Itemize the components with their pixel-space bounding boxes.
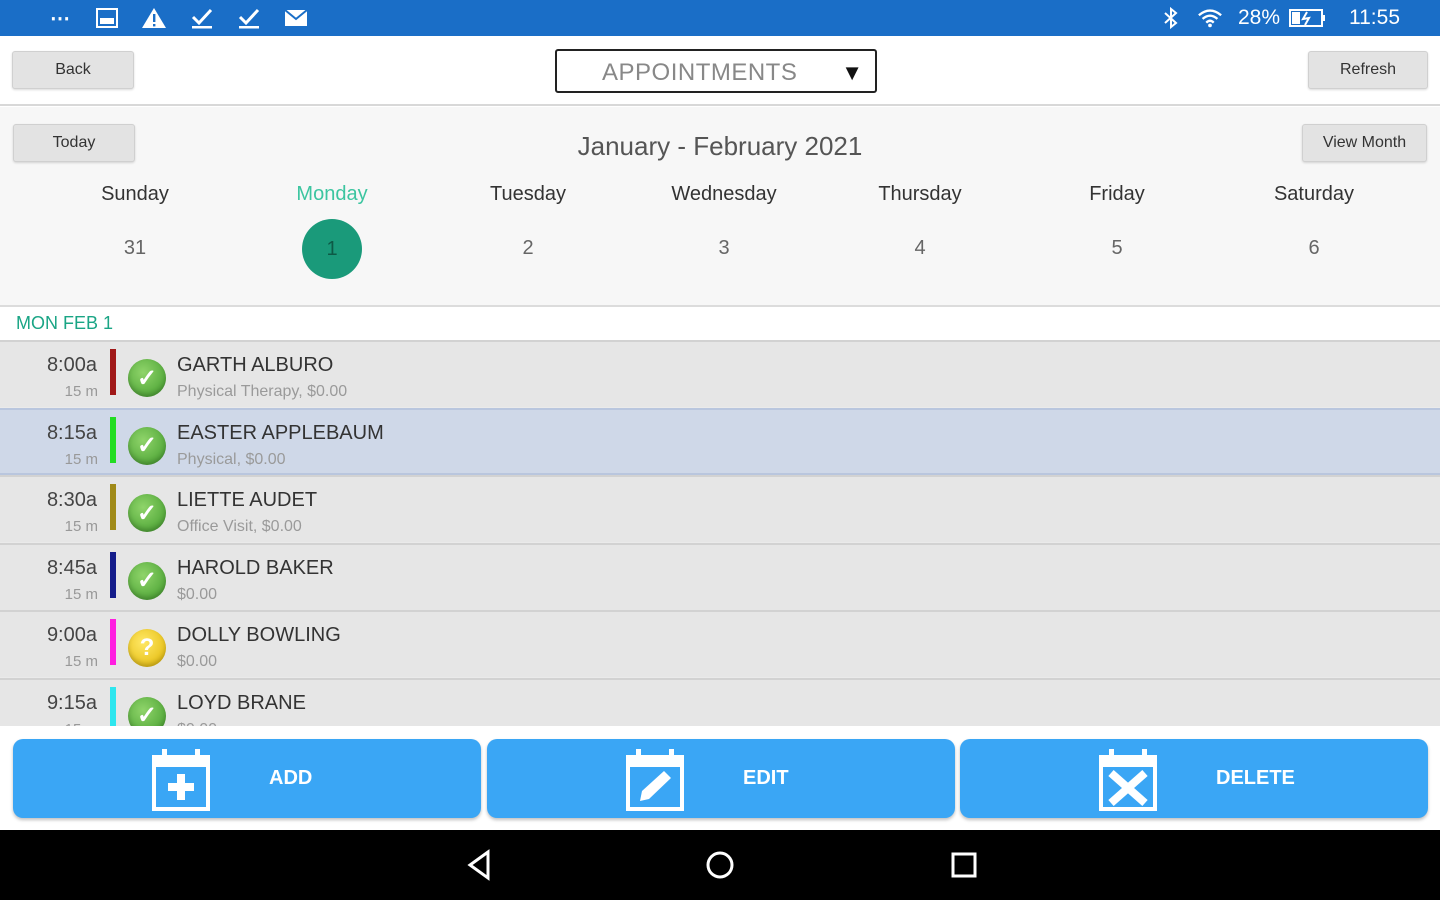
confirmed-check-icon: ✓: [128, 696, 166, 726]
view-select-dropdown[interactable]: APPOINTMENTS ▼: [555, 49, 877, 93]
appointment-color-bar: [110, 484, 116, 530]
battery-percent: 28%: [1238, 6, 1281, 29]
view-month-button[interactable]: View Month: [1302, 124, 1427, 162]
calendar-add-icon: [152, 749, 210, 811]
appointment-color-bar: [110, 416, 116, 463]
weekday-label[interactable]: Tuesday: [430, 183, 626, 206]
appointment-detail: Physical Therapy, $0.00: [177, 383, 348, 400]
confirmed-check-icon: ✓: [128, 561, 166, 600]
day-number[interactable]: 3: [626, 237, 822, 297]
appointment-row[interactable]: 9:00a 15 m? DOLLY BOWLING $0.00: [0, 610, 1440, 677]
appointment-time: 8:15a: [46, 421, 97, 444]
add-button[interactable]: ADD: [13, 739, 481, 818]
weekday-label[interactable]: Saturday: [1216, 183, 1412, 206]
appointment-duration: 15 m: [64, 653, 98, 670]
appointment-row[interactable]: 8:45a 15 m ✓ HAROLD BAKER $0.00: [0, 542, 1440, 610]
appointment-detail: $0.00: [177, 585, 218, 603]
appointment-row[interactable]: 9:15a15 m✓LOYD BRANE$0.00: [0, 677, 1440, 726]
refresh-button[interactable]: Refresh: [1308, 51, 1428, 89]
appointment-time: 9:15a: [46, 691, 97, 714]
clock: 11:55: [1349, 6, 1400, 29]
appointment-row[interactable]: 8:00a 15 m ✓ GARTH ALBURO Physical Therapy, …: [0, 340, 1440, 407]
appointment-detail: Physical, $0.00: [177, 450, 286, 468]
dropdown-arrow-icon: ▼: [841, 60, 863, 85]
patient-name: LIETTE AUDET: [177, 489, 318, 511]
appointment-duration: 15 m: [64, 383, 98, 400]
day-number[interactable]: 5: [1019, 237, 1215, 297]
home-nav-icon[interactable]: [700, 848, 740, 882]
date-section-label: MON FEB 1: [16, 313, 114, 333]
day-number[interactable]: 1: [234, 238, 430, 298]
weekday-label[interactable]: Friday: [1019, 183, 1215, 206]
appointment-color-bar: [110, 349, 116, 395]
appointment-color-bar: [110, 619, 116, 665]
more-icon: ⋯: [50, 7, 70, 30]
image-icon: [94, 6, 120, 30]
patient-name: GARTH ALBURO: [177, 354, 334, 376]
appointment-detail: $0.00: [177, 653, 218, 670]
appointment-row[interactable]: 8:30a 15 m ✓ LIETTE AUDET Office Visit, $0.0…: [0, 475, 1440, 542]
status-bar: ⋯ 28% 11:55: [0, 0, 1440, 36]
weekday-label[interactable]: Wednesday: [626, 183, 822, 206]
patient-name: LOYD BRANE: [177, 691, 306, 714]
appointment-detail: Office Visit, $0.00: [177, 518, 302, 535]
patient-name: EASTER APPLEBAUM: [177, 421, 384, 444]
bluetooth-icon: [1158, 6, 1184, 30]
appointment-duration: 15 m: [64, 585, 98, 603]
day-number[interactable]: 31: [37, 237, 233, 297]
unconfirmed-question-icon: ?: [128, 629, 166, 667]
appointment-time: 8:00a: [46, 354, 97, 376]
appointment-time: 9:00a: [46, 624, 97, 646]
recents-nav-icon[interactable]: [944, 848, 984, 882]
wifi-icon: [1197, 6, 1223, 30]
weekday-label[interactable]: Monday: [234, 183, 430, 206]
delete-label: DELETE: [1216, 767, 1295, 789]
week-calendar: Today January - February 2021 View Month…: [0, 107, 1440, 307]
toolbar: Back APPOINTMENTS ▼ Refresh: [0, 36, 1440, 106]
appointment-list[interactable]: 8:00a 15 m ✓ GARTH ALBURO Physical Therapy, …: [0, 340, 1440, 726]
edit-button[interactable]: EDIT: [487, 739, 955, 818]
appointment-duration: 15 m: [64, 518, 98, 535]
appointment-color-bar: [110, 551, 116, 598]
calendar-edit-icon: [626, 749, 684, 811]
confirmed-check-icon: ✓: [128, 494, 166, 532]
battery-icon: [1288, 6, 1328, 30]
back-nav-icon[interactable]: [460, 848, 500, 882]
check-download-icon: [189, 6, 215, 30]
patient-name: HAROLD BAKER: [177, 556, 334, 579]
day-number[interactable]: 2: [430, 237, 626, 297]
day-number[interactable]: 4: [822, 237, 1018, 297]
appointment-duration: 15 m: [64, 450, 98, 468]
check-download-icon: [236, 6, 262, 30]
confirmed-check-icon: ✓: [128, 359, 166, 397]
delete-button[interactable]: DELETE: [960, 739, 1428, 818]
confirmed-check-icon: ✓: [128, 426, 166, 465]
email-icon: [283, 6, 309, 30]
weekday-label[interactable]: Thursday: [822, 183, 1018, 206]
day-number[interactable]: 6: [1216, 237, 1412, 297]
back-button[interactable]: Back: [12, 51, 134, 89]
appointment-row[interactable]: 8:15a 15 m ✓ EASTER APPLEBAUM Physical, $0.0…: [0, 407, 1440, 475]
appointment-time: 8:30a: [46, 489, 97, 511]
appointment-time: 8:45a: [46, 556, 97, 579]
edit-label: EDIT: [743, 767, 789, 789]
appointment-color-bar: [110, 686, 116, 726]
weekday-label[interactable]: Sunday: [37, 183, 233, 206]
patient-name: DOLLY BOWLING: [177, 624, 341, 646]
calendar-delete-icon: [1099, 749, 1157, 811]
system-nav-bar: [0, 830, 1440, 900]
action-bar: ADD EDIT DELETE: [0, 726, 1440, 830]
view-select-value: APPOINTMENTS: [602, 59, 798, 86]
calendar-title: January - February 2021: [577, 131, 863, 161]
add-label: ADD: [269, 767, 313, 789]
warning-icon: [141, 6, 167, 30]
